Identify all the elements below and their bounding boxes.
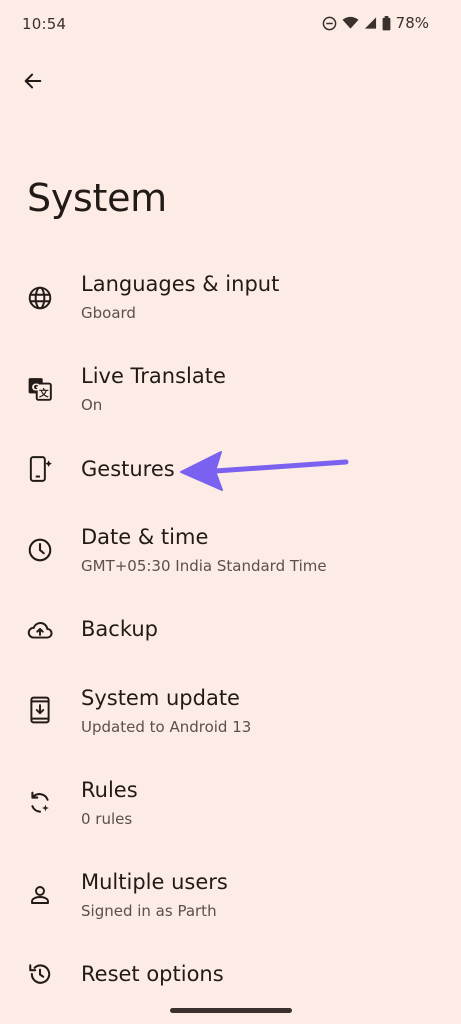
reset-icon — [26, 960, 54, 988]
status-icons: 78% — [322, 14, 429, 32]
setting-title: Date & time — [81, 525, 209, 549]
wifi-icon — [342, 16, 359, 30]
battery-icon — [382, 15, 391, 31]
setting-title: Multiple users — [81, 870, 228, 894]
setting-title: Reset options — [81, 962, 224, 986]
setting-date-time[interactable]: Date & time GMT+05:30 India Standard Tim… — [0, 513, 461, 593]
setting-live-translate[interactable]: G文 Live Translate On — [0, 352, 461, 432]
setting-rules[interactable]: Rules 0 rules — [0, 766, 461, 846]
setting-subtitle: GMT+05:30 India Standard Time — [81, 557, 327, 575]
setting-title: Languages & input — [81, 272, 280, 296]
setting-subtitle: On — [81, 396, 103, 414]
globe-icon — [26, 284, 54, 312]
setting-title: System update — [81, 686, 240, 710]
setting-gestures[interactable]: Gestures — [0, 430, 461, 510]
setting-title: Backup — [81, 617, 158, 641]
setting-reset-options[interactable]: Reset options — [0, 936, 461, 1016]
setting-subtitle: 0 rules — [81, 810, 133, 828]
clock-icon — [26, 536, 54, 564]
svg-text:文: 文 — [39, 387, 49, 400]
page-title: System — [27, 176, 167, 220]
setting-subtitle: Signed in as Parth — [81, 902, 217, 920]
do-not-disturb-icon — [322, 16, 337, 31]
back-button[interactable] — [18, 66, 48, 96]
arrow-back-icon — [24, 73, 42, 89]
home-gesture-bar[interactable] — [170, 1008, 292, 1013]
status-bar: 10:54 78% — [0, 0, 461, 50]
rules-icon — [26, 789, 54, 817]
setting-title: Rules — [81, 778, 138, 802]
setting-subtitle: Updated to Android 13 — [81, 718, 252, 736]
translate-icon: G文 — [26, 375, 54, 403]
setting-multiple-users[interactable]: Multiple users Signed in as Parth — [0, 858, 461, 938]
person-icon — [26, 881, 54, 909]
setting-title: Live Translate — [81, 364, 226, 388]
setting-subtitle: Gboard — [81, 304, 136, 322]
setting-title: Gestures — [81, 457, 175, 481]
battery-percent: 78% — [395, 14, 429, 32]
setting-languages-input[interactable]: Languages & input Gboard — [0, 260, 461, 340]
setting-system-update[interactable]: System update Updated to Android 13 — [0, 674, 461, 754]
cloud-upload-icon — [26, 616, 54, 644]
setting-backup[interactable]: Backup — [0, 590, 461, 670]
gestures-phone-icon — [26, 455, 54, 483]
status-time: 10:54 — [22, 15, 67, 33]
system-update-icon — [26, 696, 54, 724]
cell-signal-icon — [364, 16, 377, 30]
